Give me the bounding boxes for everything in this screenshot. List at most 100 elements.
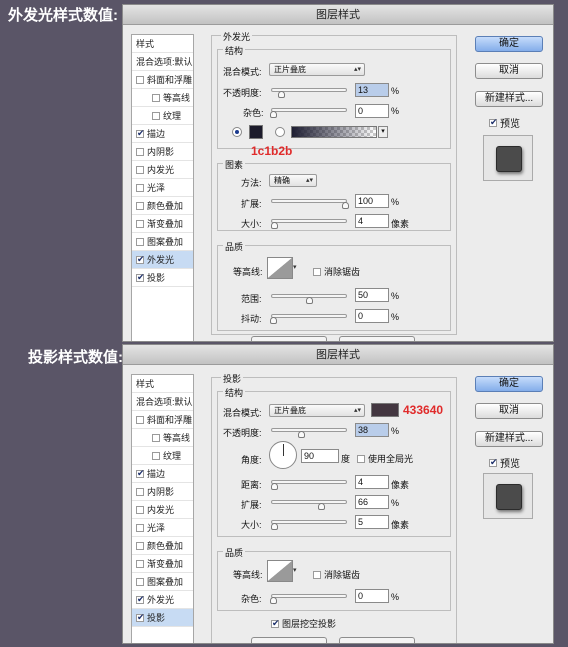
method-select[interactable]: 精确 ▴▾ — [269, 174, 317, 187]
reset-default-button-cut[interactable] — [339, 336, 415, 341]
sidebar-item-outer-glow[interactable]: 外发光 — [132, 591, 193, 609]
size-input[interactable]: 4 — [355, 214, 389, 228]
slider-thumb[interactable] — [271, 523, 278, 530]
sidebar-item-contour[interactable]: 等高线 — [132, 429, 193, 447]
slider-thumb[interactable] — [270, 317, 277, 324]
slider-thumb[interactable] — [278, 91, 285, 98]
checkbox[interactable] — [313, 267, 321, 276]
checkbox-checked[interactable] — [489, 119, 498, 128]
checkbox[interactable] — [152, 433, 160, 442]
gradient-dropdown-icon[interactable]: ▾ — [378, 126, 388, 138]
checkbox-checked[interactable] — [136, 129, 145, 138]
checkbox[interactable] — [136, 505, 144, 514]
gradient-picker[interactable] — [291, 126, 377, 138]
spread-input[interactable]: 66 — [355, 495, 389, 509]
noise-input[interactable]: 0 — [355, 589, 389, 603]
checkbox-checked[interactable] — [136, 469, 145, 478]
jitter-input[interactable]: 0 — [355, 309, 389, 323]
sidebar-item-gradient-overlay[interactable]: 渐变叠加 — [132, 555, 193, 573]
slider-thumb[interactable] — [298, 431, 305, 438]
angle-dial[interactable] — [269, 441, 297, 469]
sidebar-item-drop-shadow[interactable]: 投影 — [132, 609, 193, 627]
shadow-color-swatch[interactable] — [371, 403, 399, 417]
sidebar-item-bevel-emboss[interactable]: 斜面和浮雕 — [132, 411, 193, 429]
noise-input[interactable]: 0 — [355, 104, 389, 118]
checkbox[interactable] — [136, 165, 144, 174]
sidebar-item-gradient-overlay[interactable]: 渐变叠加 — [132, 215, 193, 233]
ok-button[interactable]: 确定 — [475, 376, 543, 392]
opacity-input[interactable]: 13 — [355, 83, 389, 97]
new-style-button[interactable]: 新建样式... — [475, 91, 543, 107]
angle-input[interactable]: 90 — [301, 449, 339, 463]
sidebar-header[interactable]: 样式 — [132, 375, 193, 393]
checkbox-checked[interactable] — [136, 273, 145, 282]
slider-thumb[interactable] — [342, 202, 349, 209]
range-input[interactable]: 50 — [355, 288, 389, 302]
spread-input[interactable]: 100 — [355, 194, 389, 208]
checkbox[interactable] — [136, 75, 144, 84]
slider-thumb[interactable] — [271, 222, 278, 229]
sidebar-item-contour[interactable]: 等高线 — [132, 89, 193, 107]
sidebar-item-texture[interactable]: 纹理 — [132, 447, 193, 465]
sidebar-item-drop-shadow[interactable]: 投影 — [132, 269, 193, 287]
opacity-slider[interactable] — [271, 88, 347, 98]
checkbox[interactable] — [136, 577, 144, 586]
contour-dropdown-icon[interactable]: ▾ — [293, 560, 299, 582]
sidebar-item-stroke[interactable]: 描边 — [132, 125, 193, 143]
checkbox[interactable] — [152, 451, 160, 460]
cancel-button[interactable]: 取消 — [475, 403, 543, 419]
checkbox[interactable] — [357, 454, 365, 463]
make-default-button-cut[interactable] — [251, 637, 327, 643]
distance-input[interactable]: 4 — [355, 475, 389, 489]
opacity-slider[interactable] — [271, 428, 347, 438]
checkbox[interactable] — [136, 487, 144, 496]
make-default-button-cut[interactable] — [251, 336, 327, 341]
range-slider[interactable] — [271, 294, 347, 304]
spread-slider[interactable] — [271, 199, 349, 209]
slider-thumb[interactable] — [271, 483, 278, 490]
sidebar-item-bevel-emboss[interactable]: 斜面和浮雕 — [132, 71, 193, 89]
checkbox[interactable] — [136, 415, 144, 424]
sidebar-item-outer-glow[interactable]: 外发光 — [132, 251, 193, 269]
checkbox[interactable] — [136, 237, 144, 246]
jitter-slider[interactable] — [270, 314, 347, 324]
cancel-button[interactable]: 取消 — [475, 63, 543, 79]
sidebar-header[interactable]: 样式 — [132, 35, 193, 53]
checkbox[interactable] — [152, 93, 160, 102]
glow-color-swatch[interactable] — [249, 125, 263, 139]
checkbox[interactable] — [136, 523, 144, 532]
checkbox-checked[interactable] — [271, 619, 280, 628]
checkbox[interactable] — [136, 559, 144, 568]
sidebar-item-inner-shadow[interactable]: 内阴影 — [132, 143, 193, 161]
contour-preview[interactable] — [267, 257, 293, 279]
contour-dropdown-icon[interactable]: ▾ — [293, 257, 299, 279]
blend-mode-select[interactable]: 正片叠底 ▴▾ — [269, 404, 365, 417]
sidebar-item-color-overlay[interactable]: 颜色叠加 — [132, 537, 193, 555]
noise-slider[interactable] — [270, 108, 347, 118]
antialias-checkbox[interactable]: 消除锯齿 — [313, 265, 360, 278]
slider-thumb[interactable] — [318, 503, 325, 510]
gradient-mode-radio[interactable] — [275, 127, 285, 137]
sidebar-item-stroke[interactable]: 描边 — [132, 465, 193, 483]
global-light-checkbox[interactable]: 使用全局光 — [357, 452, 413, 465]
noise-slider[interactable] — [270, 594, 347, 604]
sidebar-item-blend-options[interactable]: 混合选项:默认 — [132, 393, 193, 411]
blend-mode-select[interactable]: 正片叠底 ▴▾ — [269, 63, 365, 76]
slider-thumb[interactable] — [270, 597, 277, 604]
sidebar-item-blend-options[interactable]: 混合选项:默认 — [132, 53, 193, 71]
sidebar-item-satin[interactable]: 光泽 — [132, 179, 193, 197]
color-mode-radio[interactable] — [232, 127, 242, 137]
checkbox-checked[interactable] — [489, 459, 498, 468]
sidebar-item-color-overlay[interactable]: 颜色叠加 — [132, 197, 193, 215]
checkbox-checked[interactable] — [136, 595, 145, 604]
distance-slider[interactable] — [271, 480, 347, 490]
checkbox[interactable] — [136, 147, 144, 156]
sidebar-item-inner-glow[interactable]: 内发光 — [132, 161, 193, 179]
preview-checkbox[interactable]: 预览 — [489, 455, 520, 470]
antialias-checkbox[interactable]: 消除锯齿 — [313, 568, 360, 581]
checkbox[interactable] — [136, 541, 144, 550]
sidebar-item-inner-glow[interactable]: 内发光 — [132, 501, 193, 519]
opacity-input[interactable]: 38 — [355, 423, 389, 437]
checkbox-checked[interactable] — [136, 255, 145, 264]
checkbox-checked[interactable] — [136, 613, 145, 622]
